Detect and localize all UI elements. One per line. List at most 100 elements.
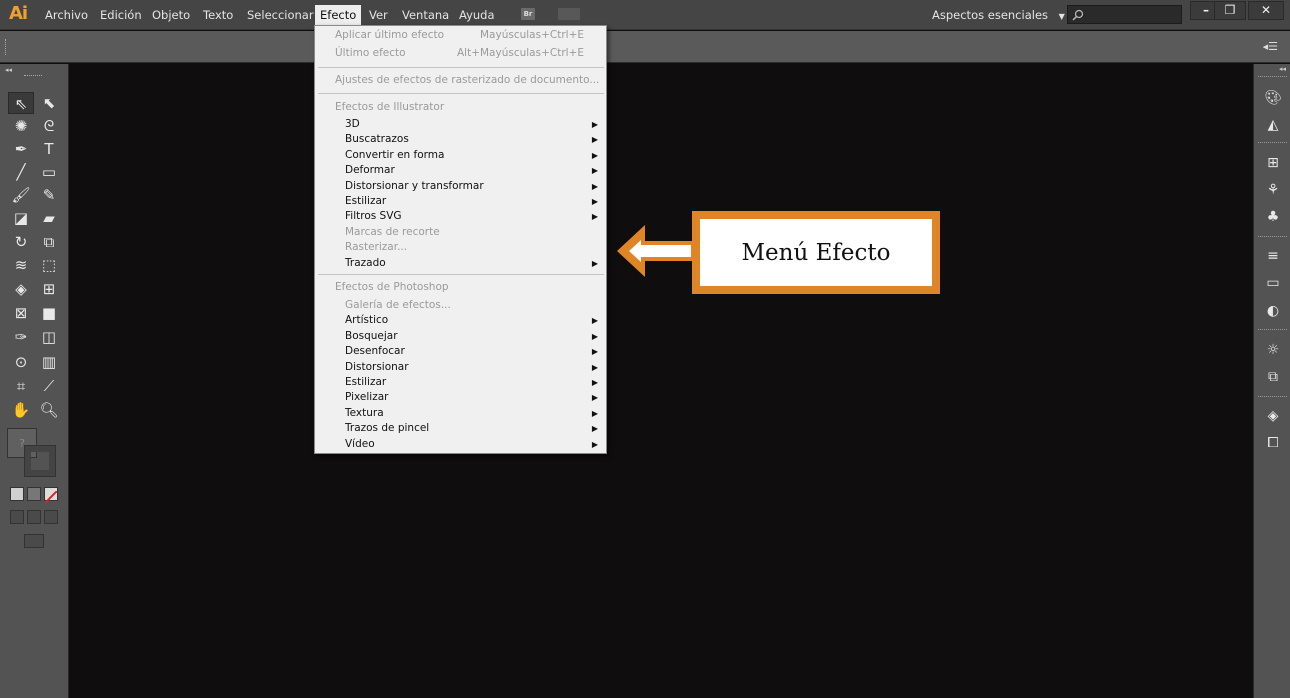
draw-inside-icon[interactable] xyxy=(44,510,58,524)
draw-normal-icon[interactable] xyxy=(10,510,24,524)
control-bar-menu-icon[interactable]: ◂☰ xyxy=(1263,40,1278,53)
submenu-arrow-icon: ▶ xyxy=(591,120,598,129)
collapse-panel-icon[interactable]: ◂◂ xyxy=(5,66,12,74)
menu-item-desenfocar[interactable]: Desenfocar ▶ xyxy=(315,344,606,359)
menu-ver[interactable]: Ver xyxy=(369,6,388,24)
bridge-icon[interactable]: Br xyxy=(521,8,535,20)
stroke-swatch[interactable] xyxy=(24,445,56,477)
menu-item-distorsionar-y-transformar[interactable]: Distorsionar y transformar ▶ xyxy=(315,179,606,194)
menu-item-distorsionar[interactable]: Distorsionar ▶ xyxy=(315,360,606,375)
control-bar-grip[interactable] xyxy=(5,39,8,55)
menu-item-trazado[interactable]: Trazado ▶ xyxy=(315,256,606,271)
menu-archivo[interactable]: Archivo xyxy=(45,6,88,24)
blob-brush-tool-icon[interactable]: ◪ xyxy=(8,207,34,229)
hand-tool-icon[interactable]: ✋ xyxy=(8,399,34,421)
perspective-grid-tool-icon[interactable]: ⊞ xyxy=(36,278,62,300)
scale-tool-icon[interactable]: ⧉ xyxy=(36,231,62,253)
menu-item-apply-last-effect[interactable]: Aplicar último efecto Mayúsculas+Ctrl+E xyxy=(315,28,606,43)
menu-item-estilizar[interactable]: Estilizar ▶ xyxy=(315,194,606,209)
menu-item-bosquejar[interactable]: Bosquejar ▶ xyxy=(315,329,606,344)
appearance-icon[interactable]: ☼ xyxy=(1263,341,1283,359)
dock-grip[interactable] xyxy=(1258,76,1287,77)
menu-item-last-effect[interactable]: Último efecto Alt+Mayúsculas+Ctrl+E xyxy=(315,46,606,61)
menu-item-marcas-de-recorte[interactable]: Marcas de recorte xyxy=(315,225,606,240)
menu-item-label: Pixelizar xyxy=(345,391,389,404)
brushes-icon[interactable]: ⚘ xyxy=(1263,181,1283,199)
menu-item-textura[interactable]: Textura ▶ xyxy=(315,406,606,421)
menu-item-buscatrazos[interactable]: Buscatrazos ▶ xyxy=(315,132,606,147)
menu-separator xyxy=(318,93,604,94)
lasso-tool-icon[interactable]: ᘓ xyxy=(36,115,62,137)
none-mode-icon[interactable] xyxy=(44,487,58,504)
menu-item-3d[interactable]: 3D ▶ xyxy=(315,117,606,132)
gradient-panel-icon[interactable]: ▭ xyxy=(1263,274,1283,292)
artboards-icon[interactable]: ⧠ xyxy=(1263,434,1283,452)
pen-tool-icon[interactable]: ✒ xyxy=(8,138,34,160)
stroke-panel-icon[interactable]: ≡ xyxy=(1263,247,1283,265)
line-segment-tool-icon[interactable]: ╱ xyxy=(8,161,34,183)
blend-tool-icon[interactable]: ◫ xyxy=(36,326,62,348)
screen-mode-icon[interactable] xyxy=(24,534,44,548)
menu-item-trazos-de-pincel[interactable]: Trazos de pincel ▶ xyxy=(315,421,606,436)
menu-item-estilizar[interactable]: Estilizar ▶ xyxy=(315,375,606,390)
menu-efecto[interactable]: Efecto xyxy=(315,5,362,25)
symbol-sprayer-tool-icon[interactable]: ⊙ xyxy=(8,351,34,373)
document-canvas[interactable] xyxy=(70,64,1253,698)
magic-wand-tool-icon[interactable]: ✺ xyxy=(8,115,34,137)
menu-item-rasterizar[interactable]: Rasterizar... xyxy=(315,240,606,255)
transparency-icon[interactable]: ◐ xyxy=(1263,302,1283,320)
menu-item-label: Distorsionar y transformar xyxy=(345,179,484,192)
menu-item-galería-de-efectos[interactable]: Galería de efectos... xyxy=(315,298,606,313)
color-guide-icon[interactable]: 🎨︎ xyxy=(1263,89,1283,107)
zoom-tool-icon[interactable]: 🔍︎ xyxy=(36,399,62,421)
menu-ventana[interactable]: Ventana xyxy=(402,6,449,24)
help-search-input[interactable] xyxy=(1067,5,1182,24)
menu-ayuda[interactable]: Ayuda xyxy=(459,6,495,24)
rotate-tool-icon[interactable]: ↻ xyxy=(8,231,34,253)
pencil-tool-icon[interactable]: ✎ xyxy=(36,184,62,206)
menu-seleccionar[interactable]: Seleccionar xyxy=(247,6,314,24)
gradient-mode-icon[interactable] xyxy=(27,487,41,501)
tools-panel: ◂◂ ⇖ ⬉ ✺ ᘓ ✒ T ╱ ▭ 🖌 ✎ ◪ ▰ ↻ ⧉ ≋ ⬚ ◈ ⊞ ⊠… xyxy=(0,64,69,698)
draw-behind-icon[interactable] xyxy=(27,510,41,524)
menu-item-vídeo[interactable]: Vídeo ▶ xyxy=(315,437,606,452)
shape-builder-tool-icon[interactable]: ◈ xyxy=(8,278,34,300)
selection-tool-icon[interactable]: ⇖ xyxy=(8,92,34,114)
slice-tool-icon[interactable]: ⟋ xyxy=(36,375,62,397)
expand-panels-icon[interactable]: ◂◂ xyxy=(1279,65,1286,73)
menu-item-filtros-svg[interactable]: Filtros SVG ▶ xyxy=(315,209,606,224)
graphic-styles-icon[interactable]: ⧉ xyxy=(1263,368,1283,386)
arrange-documents-icon[interactable] xyxy=(558,8,580,20)
menu-item-artístico[interactable]: Artístico ▶ xyxy=(315,313,606,328)
swatches-icon[interactable]: ⊞ xyxy=(1263,154,1283,172)
width-tool-icon[interactable]: ≋ xyxy=(8,254,34,276)
artboard-tool-icon[interactable]: ⌗ xyxy=(8,375,34,397)
menu-item-convertir-en-forma[interactable]: Convertir en forma ▶ xyxy=(315,148,606,163)
color-mode-icon[interactable] xyxy=(10,487,24,501)
free-transform-tool-icon[interactable]: ⬚ xyxy=(36,254,62,276)
restore-button[interactable]: ❐ xyxy=(1214,1,1246,20)
eraser-tool-icon[interactable]: ▰ xyxy=(36,207,62,229)
menu-item-deformar[interactable]: Deformar ▶ xyxy=(315,163,606,178)
menu-objeto[interactable]: Objeto xyxy=(152,6,190,24)
workspace-switcher[interactable]: Aspectos esenciales ▼ xyxy=(932,6,1065,26)
eyedropper-tool-icon[interactable]: ✑ xyxy=(8,326,34,348)
panel-grip[interactable] xyxy=(24,75,42,76)
color-panel-icon[interactable]: ◭ xyxy=(1263,116,1283,134)
direct-selection-tool-icon[interactable]: ⬉ xyxy=(36,92,62,114)
menu-texto[interactable]: Texto xyxy=(203,6,233,24)
menu-item-pixelizar[interactable]: Pixelizar ▶ xyxy=(315,390,606,405)
layers-icon[interactable]: ◈ xyxy=(1263,407,1283,425)
symbols-icon[interactable]: ♣ xyxy=(1263,208,1283,226)
paintbrush-tool-icon[interactable]: 🖌 xyxy=(8,184,34,206)
gradient-tool-icon[interactable]: ■ xyxy=(36,302,62,324)
menu-item-raster-settings[interactable]: Ajustes de efectos de rasterizado de doc… xyxy=(315,73,606,88)
mesh-tool-icon[interactable]: ⊠ xyxy=(8,302,34,324)
menu-edicion[interactable]: Edición xyxy=(100,6,142,24)
column-graph-tool-icon[interactable]: ▥ xyxy=(36,351,62,373)
rectangle-tool-icon[interactable]: ▭ xyxy=(36,161,62,183)
type-tool-icon[interactable]: T xyxy=(36,138,62,160)
fill-stroke-control[interactable]: ? xyxy=(7,428,57,480)
close-button[interactable]: ✕ xyxy=(1248,1,1284,20)
submenu-arrow-icon: ▶ xyxy=(591,439,598,449)
